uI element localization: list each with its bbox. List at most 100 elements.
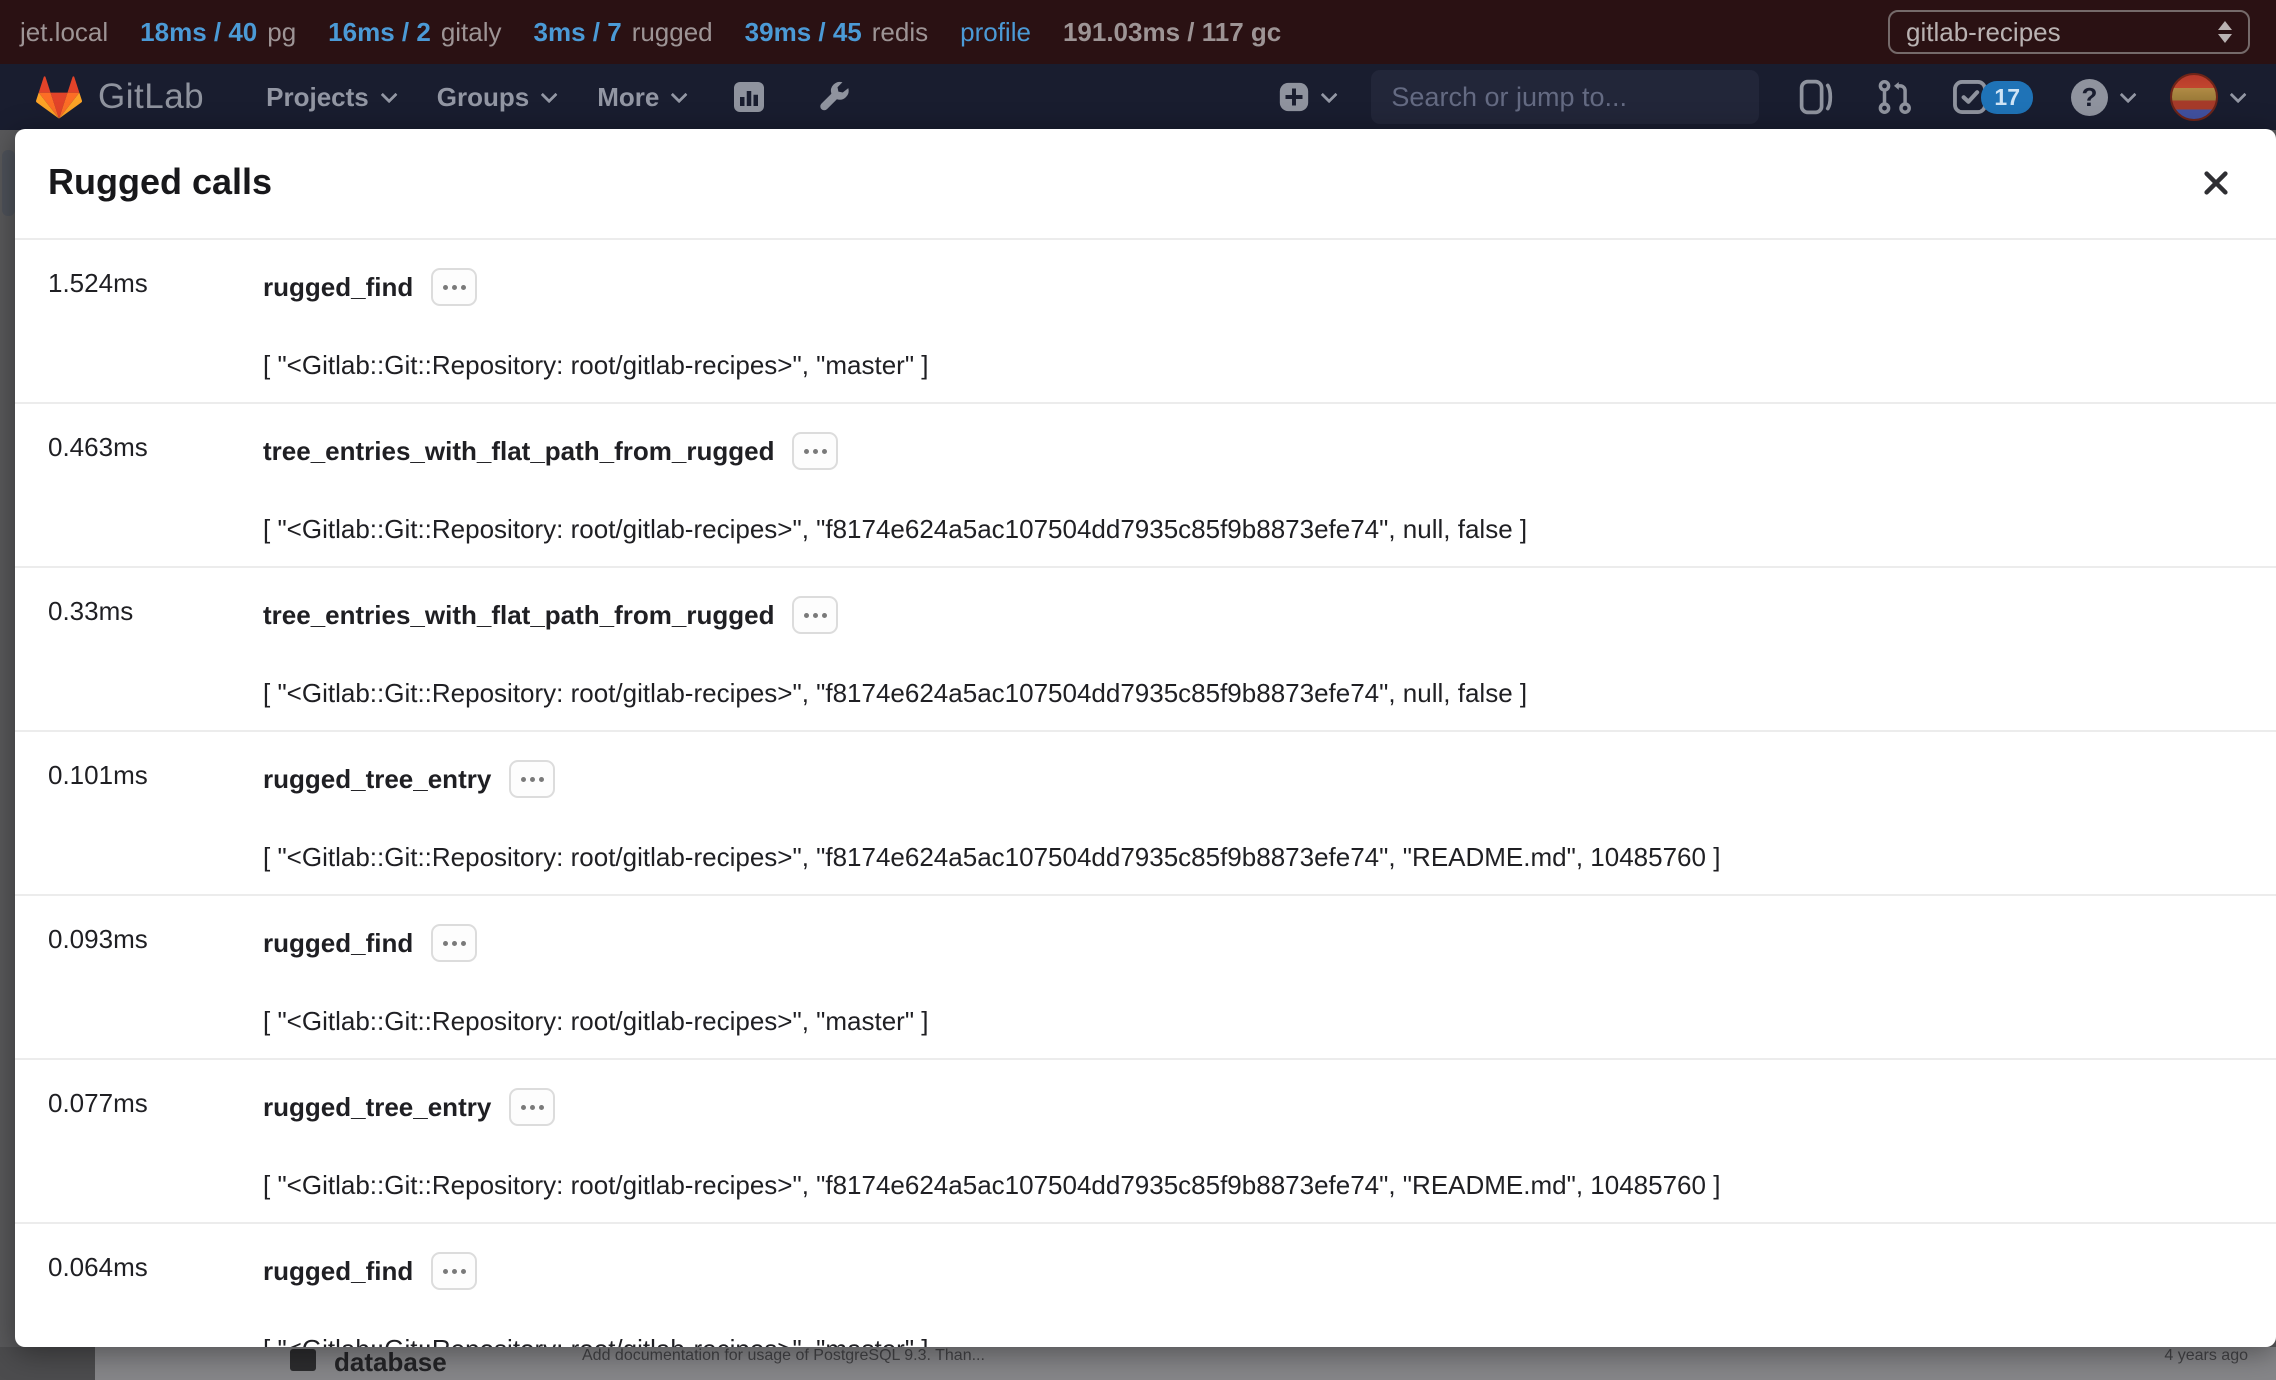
nav-item-projects-label: Projects xyxy=(266,82,369,113)
issues-icon[interactable] xyxy=(1797,78,1837,116)
call-duration: 0.463ms xyxy=(48,432,263,544)
call-duration: 1.524ms xyxy=(48,268,263,380)
perf-metric-redis-value[interactable]: 39ms / 45 xyxy=(745,17,862,48)
call-args: [ "<Gitlab::Git::Repository: root/gitlab… xyxy=(263,678,2232,708)
new-menu[interactable] xyxy=(1277,80,1333,114)
avatar xyxy=(2170,73,2218,121)
table-row: 0.463ms tree_entries_with_flat_path_from… xyxy=(15,404,2276,568)
nav-item-more-label: More xyxy=(597,82,659,113)
plus-square-icon xyxy=(1277,80,1311,114)
file-name: database xyxy=(334,1347,447,1378)
chevron-down-icon xyxy=(541,86,558,103)
call-args: [ "<Gitlab::Git::Repository: root/gitlab… xyxy=(263,1006,2232,1036)
close-icon xyxy=(2200,167,2232,199)
navbar-right-cluster: 17 ? xyxy=(1277,70,2242,124)
perf-metric-gitaly-label: gitaly xyxy=(441,17,502,48)
perf-metric-rugged-value[interactable]: 3ms / 7 xyxy=(534,17,622,48)
call-details-button[interactable] xyxy=(509,1088,555,1126)
call-args: [ "<Gitlab::Git::Repository: root/gitlab… xyxy=(263,842,2232,872)
modal-header: Rugged calls xyxy=(15,129,2276,240)
analytics-chart-icon[interactable] xyxy=(731,79,767,115)
dimmed-sidebar-item xyxy=(2,150,15,216)
ellipsis-icon xyxy=(521,777,526,782)
table-row: 0.064ms rugged_find [ "<Gitlab::Git::Rep… xyxy=(15,1224,2276,1347)
perf-metric-rugged-label: rugged xyxy=(632,17,713,48)
call-duration: 0.077ms xyxy=(48,1088,263,1200)
chevron-down-icon xyxy=(1321,86,1338,103)
brand-name: GitLab xyxy=(98,77,204,117)
call-duration: 0.093ms xyxy=(48,924,263,1036)
call-details-button[interactable] xyxy=(431,924,477,962)
modal-title: Rugged calls xyxy=(48,161,272,203)
nav-item-projects[interactable]: Projects xyxy=(266,82,393,113)
chevron-down-icon xyxy=(2120,86,2137,103)
ellipsis-icon xyxy=(443,1269,448,1274)
nav-menu: Projects Groups More xyxy=(266,82,683,113)
perf-metric-pg: 18ms / 40 pg xyxy=(140,17,296,48)
help-menu[interactable]: ? xyxy=(2071,79,2132,116)
call-duration: 0.064ms xyxy=(48,1252,263,1347)
ellipsis-icon xyxy=(804,613,809,618)
perf-metric-redis-label: redis xyxy=(872,17,928,48)
call-name: tree_entries_with_flat_path_from_rugged xyxy=(263,436,774,466)
nav-item-groups[interactable]: Groups xyxy=(437,82,553,113)
dimmed-page-bottom: database Add documentation for usage of … xyxy=(0,1347,2276,1380)
perf-metric-pg-label: pg xyxy=(267,17,296,48)
call-duration: 0.33ms xyxy=(48,596,263,708)
todo-count-badge: 17 xyxy=(1981,81,2033,114)
table-row: 0.33ms tree_entries_with_flat_path_from_… xyxy=(15,568,2276,732)
todos-button[interactable]: 17 xyxy=(1951,78,2033,116)
nav-item-more[interactable]: More xyxy=(597,82,683,113)
call-name: rugged_find xyxy=(263,272,413,302)
call-details-button[interactable] xyxy=(431,1252,477,1290)
call-name: rugged_find xyxy=(263,928,413,958)
call-args: [ "<Gitlab::Git::Repository: root/gitlab… xyxy=(263,1170,2232,1200)
nav-shortcut-icons xyxy=(731,79,851,115)
user-menu[interactable] xyxy=(2170,73,2242,121)
table-row: 0.101ms rugged_tree_entry [ "<Gitlab::Gi… xyxy=(15,732,2276,896)
table-row: 1.524ms rugged_find [ "<Gitlab::Git::Rep… xyxy=(15,240,2276,404)
perf-metric-rugged: 3ms / 7 rugged xyxy=(534,17,713,48)
dimmed-sidebar xyxy=(0,1347,95,1380)
chevron-down-icon xyxy=(380,86,397,103)
perf-host: jet.local xyxy=(20,17,108,48)
profile-link[interactable]: profile xyxy=(960,17,1031,48)
perf-metric-pg-value[interactable]: 18ms / 40 xyxy=(140,17,257,48)
admin-wrench-icon[interactable] xyxy=(815,79,851,115)
global-search xyxy=(1371,70,1759,124)
call-duration: 0.101ms xyxy=(48,760,263,872)
call-args: [ "<Gitlab::Git::Repository: root/gitlab… xyxy=(263,350,2232,380)
nav-item-groups-label: Groups xyxy=(437,82,529,113)
perf-metric-gitaly-value[interactable]: 16ms / 2 xyxy=(328,17,431,48)
ellipsis-icon xyxy=(804,449,809,454)
commit-message: Add documentation for usage of PostgreSQ… xyxy=(582,1347,985,1365)
folder-icon xyxy=(290,1349,316,1371)
call-details-button[interactable] xyxy=(792,432,838,470)
project-selector[interactable]: gitlab-recipes xyxy=(1888,10,2250,54)
table-row: 0.093ms rugged_find [ "<Gitlab::Git::Rep… xyxy=(15,896,2276,1060)
perf-gc-stat: 191.03ms / 117 gc xyxy=(1063,17,1281,48)
perf-metric-redis: 39ms / 45 redis xyxy=(745,17,928,48)
close-button[interactable] xyxy=(2196,163,2236,203)
ellipsis-icon xyxy=(443,285,448,290)
perf-metric-gitaly: 16ms / 2 gitaly xyxy=(328,17,501,48)
navbar: GitLab Projects Groups More xyxy=(0,64,2276,130)
file-table-row: database xyxy=(245,1347,2156,1380)
call-details-button[interactable] xyxy=(431,268,477,306)
ellipsis-icon xyxy=(521,1105,526,1110)
ellipsis-icon xyxy=(443,941,448,946)
call-details-button[interactable] xyxy=(509,760,555,798)
call-args: [ "<Gitlab::Git::Repository: root/gitlab… xyxy=(263,514,2232,544)
tanuki-icon xyxy=(36,76,82,119)
chevron-down-icon xyxy=(2230,86,2247,103)
call-name: rugged_tree_entry xyxy=(263,1092,491,1122)
gitlab-logo[interactable]: GitLab xyxy=(36,76,204,119)
call-details-button[interactable] xyxy=(792,596,838,634)
performance-bar: jet.local 18ms / 40 pg 16ms / 2 gitaly 3… xyxy=(0,0,2276,64)
search-input[interactable] xyxy=(1391,82,1745,113)
table-row: 0.077ms rugged_tree_entry [ "<Gitlab::Gi… xyxy=(15,1060,2276,1224)
merge-request-icon[interactable] xyxy=(1875,78,1913,116)
last-updated: 4 years ago xyxy=(2164,1347,2248,1365)
call-args: [ "<Gitlab::Git::Repository: root/gitlab… xyxy=(263,1334,2232,1347)
select-spinner-icon xyxy=(2218,21,2232,43)
